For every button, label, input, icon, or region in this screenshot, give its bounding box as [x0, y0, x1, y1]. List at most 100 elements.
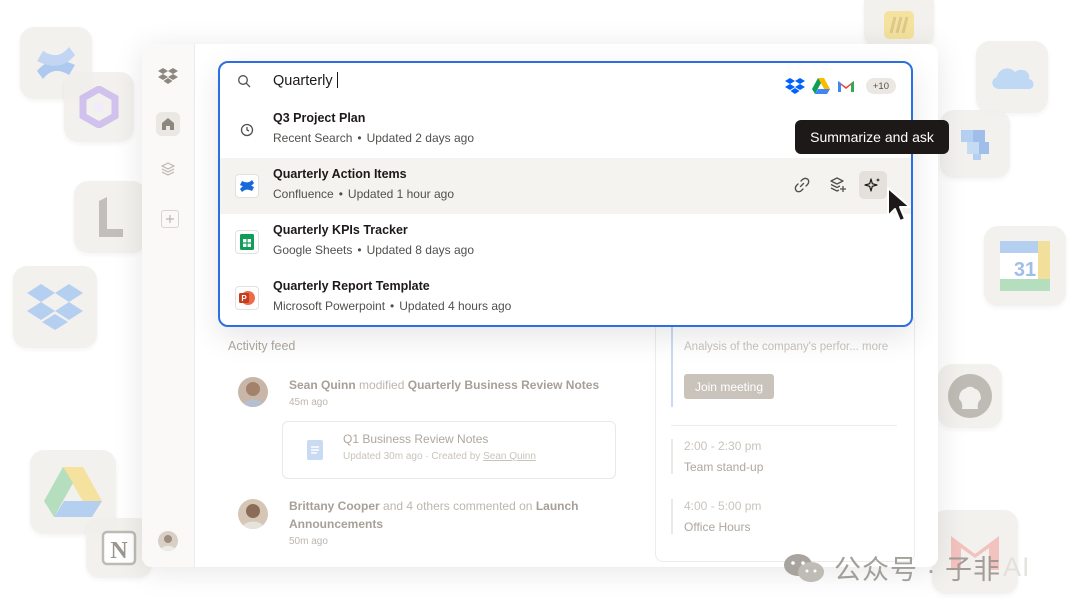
- link-icon: [794, 177, 810, 193]
- onedrive-icon: [992, 68, 1034, 89]
- result-icon: [235, 118, 259, 142]
- search-query: Quarterly: [273, 73, 333, 89]
- result-title: Quarterly Report Template: [273, 279, 430, 293]
- event-divider: [671, 425, 897, 426]
- result-title: Quarterly Action Items: [273, 167, 407, 181]
- meta-separator: •: [390, 299, 395, 313]
- user-avatar-button[interactable]: [158, 531, 178, 551]
- home-nav-button[interactable]: [156, 112, 180, 136]
- feed-entry-2[interactable]: Brittany Cooper and 4 others commented o…: [289, 497, 589, 551]
- brittany-cooper-avatar: [238, 499, 268, 529]
- plus-icon: [166, 215, 174, 223]
- event-name: Team stand-up: [684, 460, 764, 474]
- feed-user[interactable]: Sean Quinn: [289, 378, 356, 392]
- confluence-icon: [240, 180, 254, 192]
- jira-app-tile: [940, 110, 1010, 178]
- stack-plus-icon: [830, 177, 846, 192]
- dropbox-icon: [27, 284, 83, 330]
- feed-time: 50m ago: [289, 536, 328, 547]
- connected-sources[interactable]: [785, 77, 855, 95]
- more-sources-badge[interactable]: +10: [865, 78, 896, 94]
- search-icon: [238, 75, 251, 88]
- activity-feed-title: Activity feed: [228, 339, 296, 353]
- feed-action: modified: [359, 378, 405, 392]
- summary-text: Analysis of the company's perfor...: [684, 341, 859, 353]
- search-bar[interactable]: Quarterly +10: [220, 63, 911, 103]
- feed-user[interactable]: Brittany Cooper: [289, 499, 380, 513]
- summarize-ask-button[interactable]: [859, 171, 887, 199]
- copilot-app-tile: [64, 72, 134, 142]
- search-input[interactable]: Quarterly: [273, 72, 338, 89]
- event-2[interactable]: 4:00 - 5:00 pm Office Hours: [671, 499, 761, 534]
- event-time: 4:00 - 5:00 pm: [684, 499, 762, 513]
- github-app-tile: [938, 364, 1002, 428]
- summary-more-link[interactable]: more: [862, 341, 888, 353]
- text-caret: [336, 72, 338, 88]
- result-meta: Recent Search • Updated 2 days ago: [273, 131, 474, 145]
- result-icon: P: [235, 286, 259, 310]
- google-calendar-app-tile: 31: [984, 226, 1066, 306]
- result-source: Recent Search: [273, 131, 353, 145]
- meeting-accent-line: [671, 327, 673, 407]
- feed-time: 45m ago: [289, 397, 328, 408]
- svg-text:31: 31: [1014, 259, 1036, 281]
- result-updated: Updated 8 days ago: [366, 243, 475, 257]
- meeting-summary: Analysis of the company's perfor... more: [684, 341, 888, 353]
- sean-quinn-avatar: [238, 377, 268, 407]
- result-updated: Updated 1 hour ago: [347, 187, 455, 201]
- q1-review-card[interactable]: Q1 Business Review Notes Updated 30m ago…: [282, 421, 616, 479]
- feed-action: and 4 others commented on: [383, 499, 533, 513]
- result-icon: [235, 230, 259, 254]
- linear-l-icon: [99, 197, 123, 237]
- result-row-sheets[interactable]: Quarterly KPIs Tracker Google Sheets • Upd…: [220, 214, 911, 270]
- google-drive-icon: [44, 467, 102, 517]
- avatar: [160, 535, 176, 551]
- powerpoint-icon: P: [239, 291, 255, 305]
- notion-icon: N: [101, 530, 137, 566]
- copilot-icon: [79, 86, 119, 128]
- layers-icon: [161, 162, 175, 176]
- dropbox-icon: [158, 68, 178, 84]
- clock-icon: [240, 123, 254, 137]
- miro-app-tile: [864, 0, 934, 48]
- calendar-panel: Analysis of the company's perfor... more…: [655, 314, 915, 562]
- dropbox-icon: [785, 78, 805, 94]
- svg-text:N: N: [110, 538, 128, 564]
- jira-icon: [961, 130, 989, 160]
- card-author-link[interactable]: Sean Quinn: [483, 451, 536, 462]
- add-to-stack-button[interactable]: [824, 171, 852, 199]
- dropbox-logo-button[interactable]: [156, 64, 180, 88]
- document-icon: [307, 440, 323, 460]
- result-icon: [235, 174, 259, 198]
- cursor-icon: [887, 187, 911, 222]
- linear-app-tile: [74, 181, 146, 253]
- event-1[interactable]: 2:00 - 2:30 pm Team stand-up: [671, 439, 763, 474]
- watermark: 公众号 · 子非 AI: [782, 548, 1031, 587]
- result-row-powerpoint[interactable]: P Quarterly Report Template Microsoft Po…: [220, 270, 911, 326]
- feed-entry-1[interactable]: Sean Quinn modified Quarterly Business R…: [289, 376, 599, 412]
- add-nav-button[interactable]: [161, 210, 179, 228]
- svg-text:P: P: [241, 294, 247, 303]
- left-rail: [142, 44, 195, 567]
- google-calendar-icon: 31: [1000, 241, 1050, 291]
- meta-separator: •: [357, 243, 362, 257]
- result-source: Microsoft Powerpoint: [273, 299, 386, 313]
- copy-link-button[interactable]: [788, 171, 816, 199]
- meta-separator: •: [357, 131, 362, 145]
- summarize-tooltip: Summarize and ask: [795, 120, 949, 154]
- watermark-suffix: AI: [1003, 552, 1031, 582]
- result-title: Quarterly KPIs Tracker: [273, 223, 408, 237]
- result-updated: Updated 2 days ago: [366, 131, 475, 145]
- feed-target[interactable]: Quarterly Business Review Notes: [408, 378, 599, 392]
- card-meta: Updated 30m ago · Created by Sean Quinn: [343, 451, 536, 462]
- result-row-confluence[interactable]: Quarterly Action Items Confluence • Update…: [220, 158, 911, 214]
- layers-nav-button[interactable]: [156, 157, 180, 181]
- wechat-icon: [784, 553, 824, 582]
- result-meta: Google Sheets • Updated 8 days ago: [273, 243, 474, 257]
- join-meeting-button[interactable]: Join meeting: [684, 374, 774, 399]
- sparkle-icon: [864, 178, 880, 192]
- search-dropdown: Quarterly +10 Q3 Project Plan Recent Sea…: [218, 61, 913, 327]
- result-updated: Updated 4 hours ago: [399, 299, 512, 313]
- result-title: Q3 Project Plan: [273, 111, 366, 125]
- event-time: 2:00 - 2:30 pm: [684, 439, 762, 453]
